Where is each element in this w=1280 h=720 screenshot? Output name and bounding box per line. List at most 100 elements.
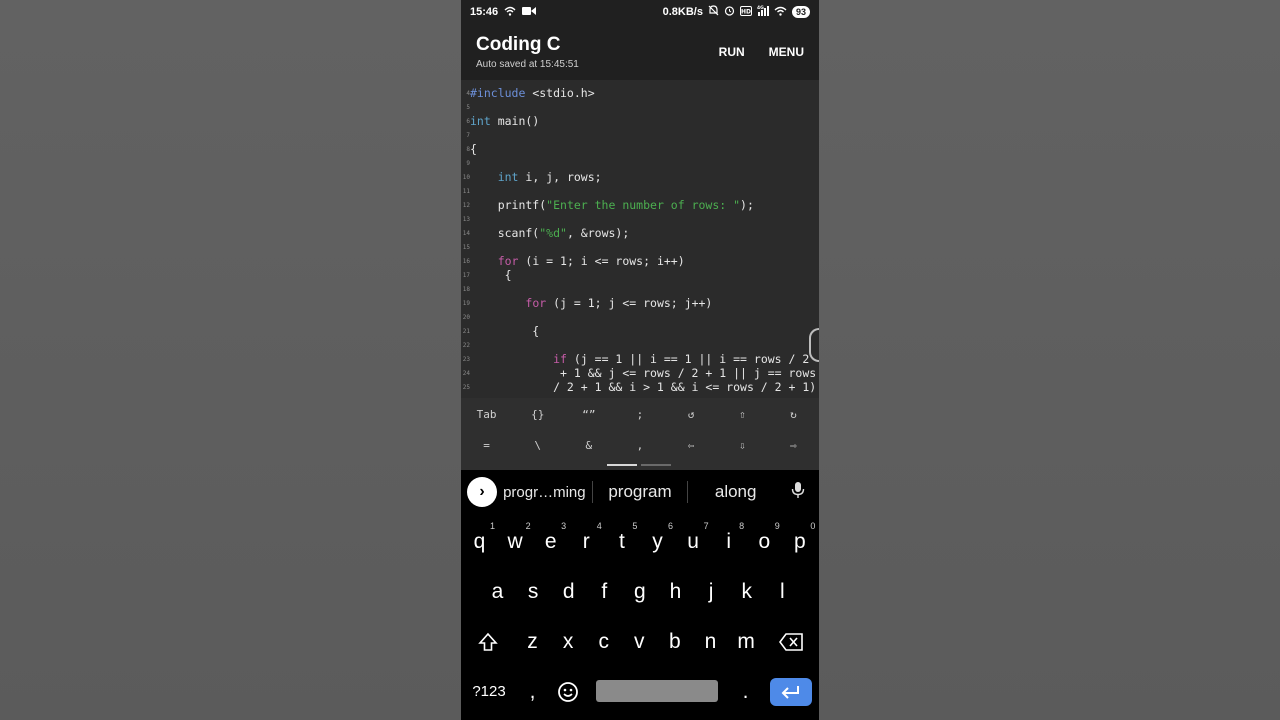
code-text: scanf("%d", &rows);: [470, 226, 630, 240]
letter-key[interactable]: o9: [747, 520, 782, 564]
code-line[interactable]: 15: [461, 240, 819, 254]
symbol-key[interactable]: ;: [614, 408, 665, 421]
key-row-1: q1w2e3r4t5y6u7i8o9p0: [461, 520, 819, 564]
symbol-key[interactable]: Tab: [461, 408, 512, 421]
symbol-key[interactable]: ⇨: [768, 439, 819, 452]
signal-4g-icon: 4G: [757, 5, 769, 19]
code-line[interactable]: 22: [461, 338, 819, 352]
letter-key[interactable]: x: [551, 620, 586, 664]
letter-key[interactable]: t5: [604, 520, 639, 564]
enter-key-icon[interactable]: [770, 678, 812, 706]
letter-key[interactable]: r4: [569, 520, 604, 564]
letter-key[interactable]: v: [622, 620, 657, 664]
expand-arrow-icon[interactable]: ›: [467, 477, 497, 507]
symbol-key[interactable]: ⇩: [717, 439, 768, 452]
letter-key[interactable]: p0: [782, 520, 817, 564]
code-editor[interactable]: 4 #include <stdio.h> 5 6 int main() 7 8{9 10 in…: [461, 80, 819, 398]
space-key[interactable]: [596, 680, 718, 702]
code-line[interactable]: 7: [461, 128, 819, 142]
letter-key[interactable]: c: [586, 620, 621, 664]
symbol-key[interactable]: ⇦: [666, 439, 717, 452]
letter-key[interactable]: z: [515, 620, 550, 664]
key-number-hint: 2: [525, 521, 531, 531]
suggestion-item[interactable]: program: [593, 482, 688, 502]
code-line[interactable]: 14 scanf("%d", &rows);: [461, 226, 819, 240]
emoji-key-icon[interactable]: [550, 670, 585, 714]
key-number-hint: 8: [739, 521, 745, 531]
symbol-key[interactable]: “”: [563, 408, 614, 421]
code-line[interactable]: 21 {: [461, 324, 819, 338]
soft-keyboard: › progr…ming program along q1w2e3r4t5y6u…: [461, 470, 819, 720]
code-text: for (j = 1; j <= rows; j++): [525, 296, 713, 310]
code-line[interactable]: 18: [461, 282, 819, 296]
letter-key[interactable]: g: [622, 570, 657, 614]
svg-text:HD: HD: [741, 8, 751, 15]
letter-key[interactable]: m: [729, 620, 764, 664]
symbol-key[interactable]: =: [461, 439, 512, 452]
symbol-key[interactable]: ↺: [666, 408, 717, 421]
code-line[interactable]: 13: [461, 212, 819, 226]
symbol-key[interactable]: ↻: [768, 408, 819, 421]
code-line[interactable]: 10 int i, j, rows;: [461, 170, 819, 184]
symbol-key[interactable]: \: [512, 439, 563, 452]
letter-key[interactable]: u7: [676, 520, 711, 564]
code-text: int i, j, rows;: [497, 170, 602, 184]
letter-key[interactable]: h: [658, 570, 693, 614]
letter-key[interactable]: q1: [462, 520, 497, 564]
code-text: for (i = 1; i <= rows; i++): [497, 254, 685, 268]
code-line[interactable]: 9: [461, 156, 819, 170]
app-title: Coding C: [476, 34, 561, 55]
code-line[interactable]: 24 + 1 && j <= rows / 2 + 1 || j == rows: [461, 366, 819, 380]
period-key[interactable]: .: [728, 670, 763, 714]
letter-key[interactable]: a: [480, 570, 515, 614]
code-line[interactable]: 6 int main(): [461, 114, 819, 128]
symbols-key[interactable]: ?123: [468, 670, 510, 714]
suggestion-item[interactable]: along: [688, 482, 783, 502]
letter-key[interactable]: d: [551, 570, 586, 614]
code-line[interactable]: 25 / 2 + 1 && i > 1 && i <= rows / 2 + 1…: [461, 380, 819, 394]
network-speed: 0.8KB/s: [662, 6, 703, 18]
code-line[interactable]: 12 printf("Enter the number of rows: ");: [461, 198, 819, 212]
code-line[interactable]: 8{: [461, 142, 819, 156]
comma-key[interactable]: ,: [515, 670, 550, 714]
code-line[interactable]: 17 {: [461, 268, 819, 282]
code-line[interactable]: 19 for (j = 1; j <= rows; j++): [461, 296, 819, 310]
run-button[interactable]: RUN: [719, 45, 745, 59]
symbol-key[interactable]: {}: [512, 408, 563, 421]
shift-key-icon[interactable]: [470, 620, 505, 664]
code-line[interactable]: 23 if (j == 1 || i == 1 || i == rows / 2: [461, 352, 819, 366]
phone-screen: 15:46 0.8KB/s HD 4G 93 Coding C Auto sav…: [461, 0, 819, 720]
wifi-icon: [504, 6, 516, 19]
code-line[interactable]: 11: [461, 184, 819, 198]
letter-key[interactable]: j: [694, 570, 729, 614]
key-letter: r: [582, 530, 590, 553]
code-text: int main(): [470, 114, 540, 128]
letter-key[interactable]: i8: [711, 520, 746, 564]
key-number-hint: 4: [596, 521, 602, 531]
key-letter: t: [618, 530, 625, 553]
code-text: printf("Enter the number of rows: ");: [470, 198, 754, 212]
letter-key[interactable]: n: [693, 620, 728, 664]
suggestion-item[interactable]: progr…ming: [497, 484, 592, 501]
letter-key[interactable]: l: [765, 570, 800, 614]
microphone-icon[interactable]: [783, 481, 813, 504]
letter-key[interactable]: f: [587, 570, 622, 614]
code-line[interactable]: 5: [461, 100, 819, 114]
key-row-4: ?123 , .: [461, 670, 819, 714]
symbol-key[interactable]: ,: [614, 439, 665, 452]
code-line[interactable]: 4 #include <stdio.h>: [461, 86, 819, 100]
symbol-key[interactable]: &: [563, 439, 614, 452]
letter-key[interactable]: k: [729, 570, 764, 614]
letter-key[interactable]: b: [657, 620, 692, 664]
letter-key[interactable]: w2: [498, 520, 533, 564]
letter-key[interactable]: s: [516, 570, 551, 614]
symbol-key[interactable]: ⇧: [717, 408, 768, 421]
letter-key[interactable]: e3: [533, 520, 568, 564]
backspace-key-icon[interactable]: [773, 620, 808, 664]
key-letter: u: [687, 530, 699, 553]
key-letter: q: [473, 530, 486, 553]
code-line[interactable]: 16 for (i = 1; i <= rows; i++): [461, 254, 819, 268]
code-line[interactable]: 20: [461, 310, 819, 324]
letter-key[interactable]: y6: [640, 520, 675, 564]
menu-button[interactable]: MENU: [769, 45, 804, 59]
